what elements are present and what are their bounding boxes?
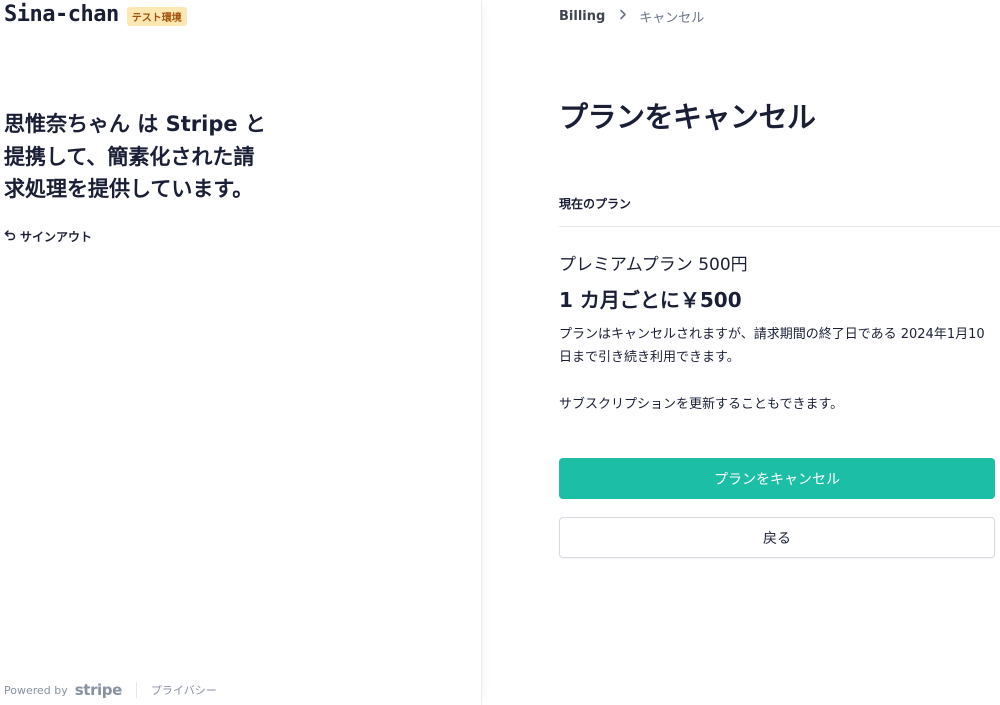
brand-name: Sina-chan xyxy=(4,2,119,27)
privacy-link[interactable]: プライバシー xyxy=(151,682,217,698)
back-button[interactable]: 戻る xyxy=(559,517,995,558)
business-headline: 思惟奈ちゃん は Stripe と提携して、簡素化された請求処理を提供しています… xyxy=(4,112,266,202)
test-mode-badge: テスト環境 xyxy=(126,7,187,26)
cancel-plan-button[interactable]: プランをキャンセル xyxy=(559,458,995,499)
chevron-right-icon xyxy=(619,9,627,24)
breadcrumb-billing[interactable]: Billing xyxy=(559,9,605,24)
cancel-plan-panel: Billing キャンセル プランをキャンセル 現在のプラン プレミアムプラン … xyxy=(482,0,1000,705)
page-title: プランをキャンセル xyxy=(559,100,816,134)
footer-divider xyxy=(135,682,137,698)
plan-price: 1 カ月ごとに￥500 xyxy=(559,288,742,312)
current-plan-label: 現在のプラン xyxy=(559,197,632,211)
signout-link[interactable]: サインアウト xyxy=(4,228,92,245)
undo-arrow-icon xyxy=(4,229,16,244)
billing-portal: Sina-chan テスト環境 思惟奈ちゃん は Stripe と提携して、簡素… xyxy=(0,0,1000,705)
powered-by-text: Powered by xyxy=(4,683,68,697)
breadcrumb: Billing キャンセル xyxy=(559,7,704,26)
footer: Powered by stripe プライバシー xyxy=(4,681,217,699)
business-panel: Sina-chan テスト環境 思惟奈ちゃん は Stripe と提携して、簡素… xyxy=(0,0,482,705)
section-divider xyxy=(559,226,1000,227)
breadcrumb-current: キャンセル xyxy=(639,11,705,26)
brand: Sina-chan テスト環境 xyxy=(4,2,187,27)
cancellation-notice: プランはキャンセルされますが、請求期間の終了日である 2024年1月10日まで引… xyxy=(559,327,985,365)
stripe-logo[interactable]: stripe xyxy=(75,681,123,699)
plan-name: プレミアムプラン 500円 xyxy=(559,255,748,275)
signout-label: サインアウト xyxy=(20,230,93,244)
renew-note: サブスクリプションを更新することもできます。 xyxy=(559,397,844,412)
